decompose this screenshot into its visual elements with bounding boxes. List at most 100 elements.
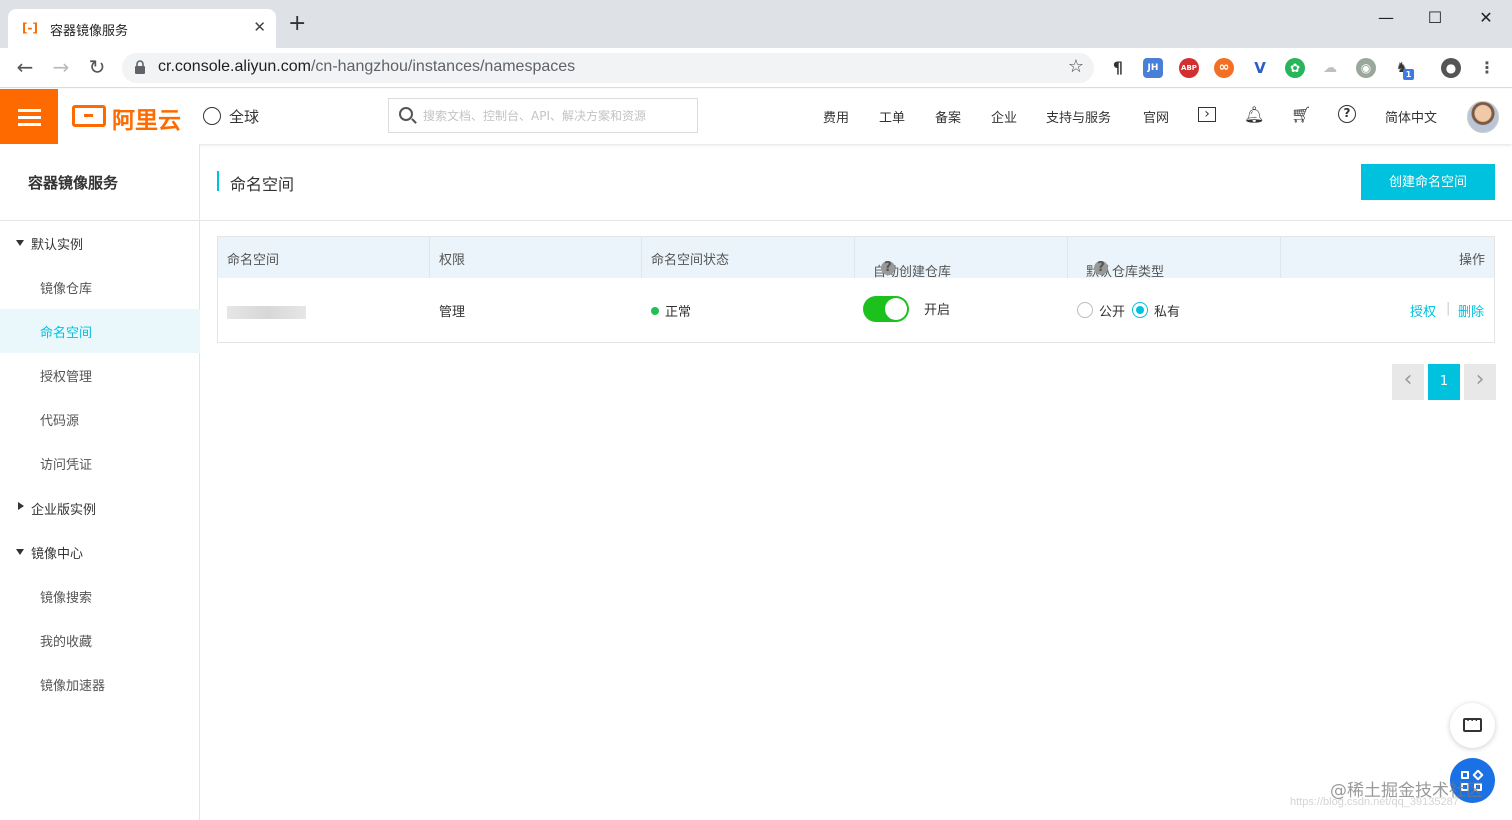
help-tooltip-icon[interactable]: ? — [1094, 261, 1108, 275]
column-header-label: 权限 — [439, 253, 466, 268]
radio-private-label[interactable]: 私有 — [1154, 301, 1180, 320]
cell-namespace — [218, 278, 430, 342]
create-namespace-button[interactable]: 创建命名空间 — [1361, 164, 1495, 200]
sidebar-group-image-center[interactable]: 镜像中心 — [0, 530, 200, 574]
sidebar-item-label: 我的收藏 — [40, 635, 93, 650]
jh-ext-icon[interactable]: JH — [1143, 58, 1163, 78]
column-header-permission: 权限 — [430, 237, 642, 278]
nav-enterprise[interactable]: 企业 — [991, 107, 1017, 126]
nav-tickets[interactable]: 工单 — [879, 107, 905, 126]
user-avatar[interactable] — [1467, 101, 1499, 133]
reload-icon[interactable]: ↻ — [85, 56, 109, 80]
sidebar-item-label: 镜像搜索 — [40, 591, 93, 606]
bookmark-star-icon[interactable]: ☆ — [1068, 56, 1084, 77]
column-header-label: 操作 — [1458, 253, 1485, 268]
minimize-window-icon[interactable]: — — [1366, 6, 1406, 30]
nav-support[interactable]: 支持与服务 — [1046, 107, 1111, 126]
status-dot-icon — [651, 307, 659, 315]
url-host: cr.console.aliyun.com — [158, 58, 311, 75]
forward-icon[interactable]: → — [49, 56, 73, 80]
radio-public-label[interactable]: 公开 — [1099, 301, 1125, 320]
language-switch[interactable]: 简体中文 — [1385, 107, 1437, 126]
nav-official-site[interactable]: 官网 — [1143, 107, 1169, 126]
feedback-chat-button[interactable] — [1450, 703, 1495, 748]
sidebar-item-image-accelerator[interactable]: 镜像加速器 — [0, 662, 200, 706]
sidebar-group-default-instance[interactable]: 默认实例 — [0, 221, 200, 265]
url-path: /cn-hangzhou/instances/namespaces — [310, 58, 576, 75]
sidebar-item-favorites[interactable]: 我的收藏 — [0, 618, 200, 662]
ghost-ext-icon[interactable]: ♞ 1 — [1392, 58, 1414, 80]
auto-create-toggle[interactable] — [863, 296, 909, 322]
next-page-button[interactable]: › — [1464, 364, 1496, 400]
sidebar-group-label: 默认实例 — [31, 238, 84, 253]
watermark-url: https://blog.csdn.net/qq_39135287 — [1290, 796, 1459, 808]
sidebar-item-label: 授权管理 — [40, 370, 93, 385]
column-header-auto-create: 自动创建仓库? — [855, 237, 1068, 280]
sidebar-title: 容器镜像服务 — [28, 174, 119, 192]
cart-icon[interactable]: 🛒︎ — [1291, 105, 1311, 125]
sidebar-item-access-credentials[interactable]: 访问凭证 — [0, 441, 200, 485]
column-header-status: 命名空间状态 — [642, 237, 855, 278]
sidebar-group-enterprise-instance[interactable]: 企业版实例 — [0, 486, 200, 530]
sidebar-item-code-source[interactable]: 代码源 — [0, 397, 200, 441]
browser-menu-icon[interactable]: ⋮ — [1477, 58, 1497, 78]
title-accent-bar — [217, 171, 219, 191]
status-value: 正常 — [665, 305, 692, 320]
prev-page-button[interactable]: ‹ — [1392, 364, 1424, 400]
search-icon[interactable] — [399, 107, 413, 121]
sidebar-item-namespaces[interactable]: 命名空间 — [0, 309, 200, 353]
globe-icon[interactable] — [203, 107, 221, 125]
help-icon[interactable]: ? — [1338, 105, 1356, 123]
help-tooltip-icon[interactable]: ? — [881, 261, 895, 275]
back-icon[interactable]: ← — [13, 56, 37, 80]
infinity-ext-icon[interactable]: ∞ — [1214, 58, 1234, 78]
caret-down-icon — [16, 549, 24, 555]
maximize-window-icon[interactable]: ☐ — [1415, 6, 1455, 30]
lock-icon — [135, 60, 145, 74]
close-window-icon[interactable]: ✕ — [1466, 6, 1506, 30]
cell-permission: 管理 — [430, 278, 642, 342]
sidebar: 容器镜像服务 默认实例 镜像仓库 命名空间 授权管理 代码源 访问凭证 企业版实… — [0, 144, 200, 820]
vue-devtools-icon[interactable]: V — [1250, 58, 1270, 78]
search-input[interactable] — [423, 99, 693, 132]
redacted-namespace-name — [227, 306, 306, 319]
region-selector[interactable]: 全球 — [229, 106, 259, 127]
new-tab-button[interactable]: + — [288, 13, 306, 35]
caret-down-icon — [16, 240, 24, 246]
delete-link[interactable]: 删除 — [1458, 301, 1484, 320]
cell-actions: 授权 | 删除 — [1281, 278, 1494, 342]
status-indicator: 正常 — [651, 301, 691, 320]
url-text: cr.console.aliyun.com/cn-hangzhou/instan… — [158, 58, 575, 76]
radio-public[interactable] — [1077, 302, 1093, 318]
chat-icon — [1463, 714, 1482, 732]
action-separator: | — [1446, 301, 1451, 316]
sidebar-item-repositories[interactable]: 镜像仓库 — [0, 265, 200, 309]
hamburger-menu-button[interactable] — [0, 89, 58, 144]
browser-tab[interactable]: [-] 容器镜像服务 ✕ — [8, 9, 276, 48]
namespace-table: 命名空间 权限 命名空间状态 自动创建仓库? 默认仓库类型? 操作 管理 正常 … — [217, 236, 1495, 343]
cell-auto-create: 开启 — [855, 278, 1068, 342]
bell-icon[interactable]: 🔔︎ — [1244, 105, 1264, 125]
nav-icp-filing[interactable]: 备案 — [935, 107, 961, 126]
authorize-link[interactable]: 授权 — [1410, 301, 1436, 320]
column-header-default-repo-type: 默认仓库类型? — [1068, 237, 1281, 280]
nav-billing[interactable]: 费用 — [823, 107, 849, 126]
paragraph-ext-icon[interactable]: ¶ — [1108, 58, 1128, 78]
column-header-label: 命名空间状态 — [651, 253, 730, 268]
cloud-ext-icon[interactable]: ☁ — [1320, 58, 1340, 78]
sidebar-item-image-search[interactable]: 镜像搜索 — [0, 574, 200, 618]
sidebar-item-authorization[interactable]: 授权管理 — [0, 353, 200, 397]
owl-ext-icon[interactable]: ◉ — [1356, 58, 1376, 78]
profile-icon[interactable]: ● — [1441, 58, 1461, 78]
radio-private[interactable] — [1132, 302, 1148, 318]
page-number-button[interactable]: 1 — [1428, 364, 1460, 400]
address-bar[interactable]: cr.console.aliyun.com/cn-hangzhou/instan… — [122, 53, 1094, 83]
tab-close-icon[interactable]: ✕ — [253, 18, 266, 36]
green-ext-icon[interactable]: ✿ — [1285, 58, 1305, 78]
sidebar-group-label: 镜像中心 — [31, 547, 84, 562]
browser-toolbar: ← → ↻ cr.console.aliyun.com/cn-hangzhou/… — [0, 48, 1512, 88]
adblock-plus-icon[interactable]: ABP — [1179, 58, 1199, 78]
caret-right-icon — [18, 502, 24, 510]
page-header: 命名空间 创建命名空间 — [200, 144, 1512, 221]
terminal-icon[interactable]: › — [1198, 107, 1216, 122]
